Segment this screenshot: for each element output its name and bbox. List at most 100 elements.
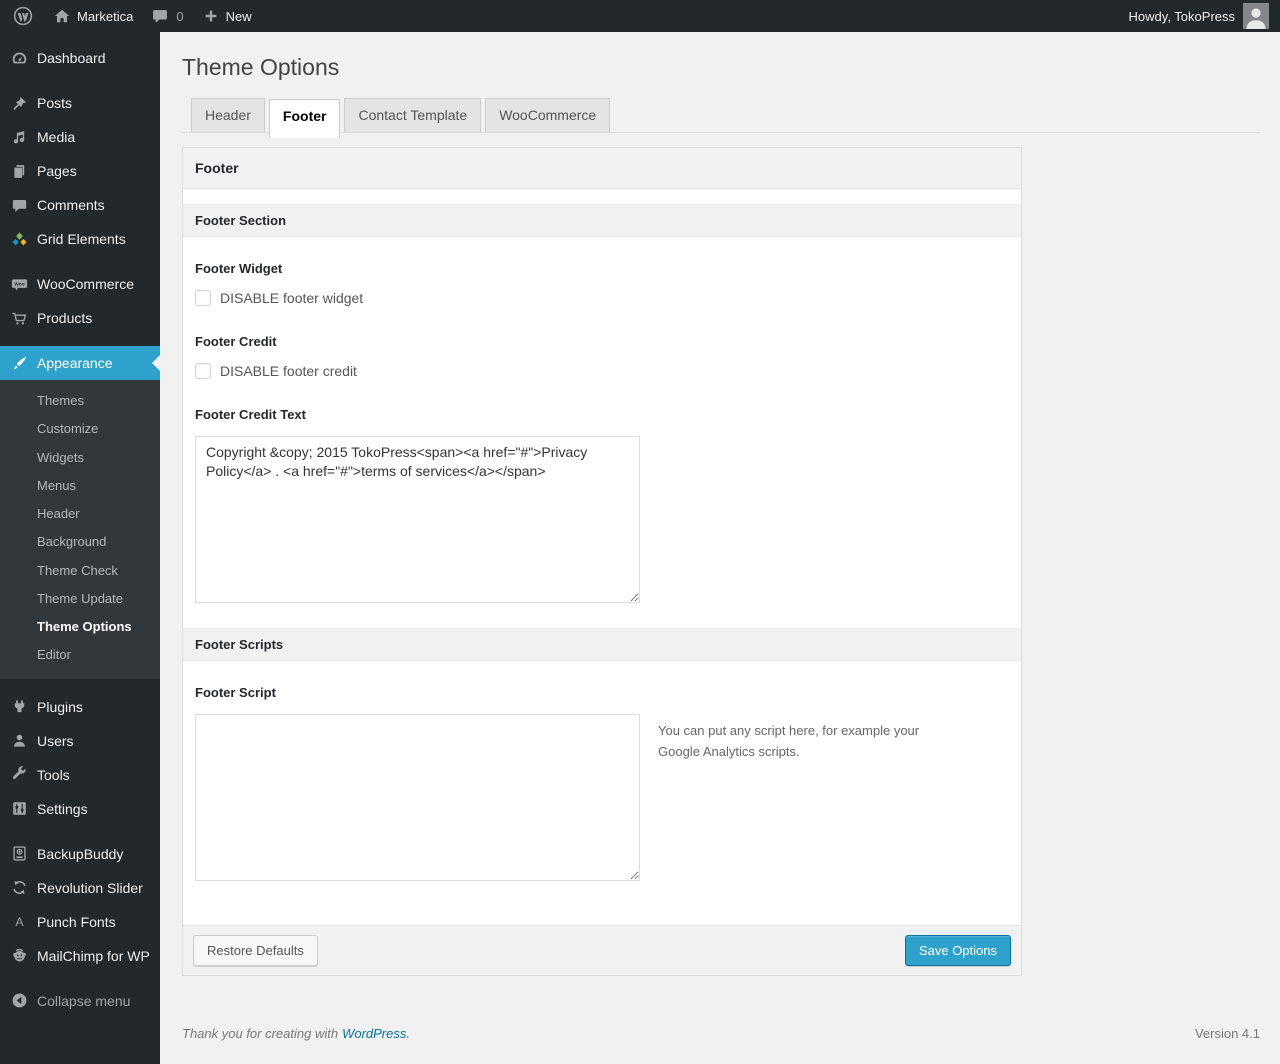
footer-credit-text-label: Footer Credit Text xyxy=(195,406,306,422)
pages-icon xyxy=(9,161,29,181)
main-content: Theme Options Header Footer Contact Templa… xyxy=(160,32,1280,1064)
submenu-item-theme-check[interactable]: Theme Check xyxy=(0,557,160,585)
sidebar-menu-group: Appearance Themes Customize Widgets Menus Hea… xyxy=(0,346,160,679)
sidebar-item-label: Settings xyxy=(37,800,88,817)
wordpress-logo-icon xyxy=(13,6,33,26)
submenu-item-theme-options[interactable]: Theme Options xyxy=(0,613,160,641)
sidebar-item-label: Products xyxy=(37,310,93,326)
tab-header[interactable]: Header xyxy=(191,97,265,132)
site-name-label: Marketica xyxy=(77,8,134,24)
sidebar-menu-group: BackupBuddy Revolution Slider A Punch Fonts… xyxy=(0,837,160,973)
footer-thanks: Thank you for creating with WordPress. xyxy=(182,1026,410,1041)
sidebar-item-revolution-slider[interactable]: Revolution Slider xyxy=(0,871,160,905)
sidebar-item-mailchimp-for-wp[interactable]: MailChimp for WP xyxy=(0,939,160,973)
pushpin-icon xyxy=(9,93,29,113)
admin-footer: Thank you for creating with WordPress. Ve… xyxy=(182,1026,1260,1041)
sidebar-item-label: BackupBuddy xyxy=(37,845,124,862)
punch-fonts-icon: A xyxy=(9,912,29,932)
sidebar-item-label: WooCommerce xyxy=(37,276,134,292)
sidebar-item-products[interactable]: Products xyxy=(0,301,160,335)
restore-defaults-button[interactable]: Restore Defaults xyxy=(193,934,318,967)
sidebar-item-appearance[interactable]: Appearance xyxy=(0,346,160,380)
footer-credit-text-textarea[interactable]: Copyright &copy; 2015 TokoPress<span><a … xyxy=(195,435,640,603)
submenu-item-theme-update[interactable]: Theme Update xyxy=(0,585,160,613)
comment-bubble-icon xyxy=(151,7,169,25)
current-menu-arrow xyxy=(144,355,160,371)
tab-contact-template[interactable]: Contact Template xyxy=(344,97,482,132)
grid-elements-icon xyxy=(9,229,29,249)
comments-icon xyxy=(9,195,29,215)
sidebar-item-label: Plugins xyxy=(37,698,83,715)
settings-icon xyxy=(9,799,29,819)
howdy-label: Howdy, TokoPress xyxy=(1128,8,1235,24)
submenu-item-editor[interactable]: Editor xyxy=(0,641,160,669)
panel-spacer xyxy=(183,188,1021,204)
panel-title: Footer xyxy=(183,147,1021,189)
disable-footer-widget-checkbox[interactable] xyxy=(195,289,211,306)
version-label: Version 4.1 xyxy=(1194,1026,1260,1042)
sidebar-item-label: Comments xyxy=(37,197,105,213)
footer-script-label: Footer Script xyxy=(195,684,276,700)
wrench-icon xyxy=(9,765,29,785)
comments-bubble-button[interactable]: 0 xyxy=(142,0,192,32)
disable-footer-credit-checkbox[interactable] xyxy=(195,362,211,379)
site-name-link[interactable]: Marketica xyxy=(44,0,142,32)
sidebar-item-label: Tools xyxy=(37,766,70,783)
media-icon xyxy=(9,127,29,147)
wordpress-link[interactable]: WordPress xyxy=(342,1026,406,1041)
wordpress-logo-button[interactable] xyxy=(0,0,44,32)
sidebar-item-pages[interactable]: Pages xyxy=(0,154,160,188)
footer-scripts-header: Footer Scripts xyxy=(183,627,1021,661)
sidebar-menu-group: Collapse menu xyxy=(0,984,160,1018)
footer-thanks-text: Thank you for creating with xyxy=(182,1026,339,1042)
new-content-button[interactable]: New xyxy=(193,0,261,32)
submenu-item-header[interactable]: Header xyxy=(0,500,160,528)
sidebar-item-settings[interactable]: Settings xyxy=(0,792,160,826)
admin-bar: Marketica 0 New Howdy, TokoPress xyxy=(0,0,1280,32)
sidebar-item-backupbuddy[interactable]: BackupBuddy xyxy=(0,837,160,871)
dashboard-icon xyxy=(9,48,29,68)
sidebar-item-label: Punch Fonts xyxy=(37,913,116,930)
sidebar-item-posts[interactable]: Posts xyxy=(0,86,160,120)
sidebar-item-punch-fonts[interactable]: A Punch Fonts xyxy=(0,905,160,939)
disable-footer-credit-checkbox-label[interactable]: DISABLE footer credit xyxy=(220,363,357,379)
footer-script-textarea[interactable] xyxy=(195,713,640,881)
sidebar-item-media[interactable]: Media xyxy=(0,120,160,154)
sidebar-item-label: Users xyxy=(37,732,74,749)
sidebar-item-label: MailChimp for WP xyxy=(37,947,150,964)
sidebar-item-label: Posts xyxy=(37,95,73,111)
mailchimp-icon xyxy=(9,946,29,966)
revolution-slider-icon xyxy=(9,878,29,898)
users-icon xyxy=(9,731,29,751)
svg-text:A: A xyxy=(15,915,24,929)
cart-icon xyxy=(9,308,29,328)
sidebar-item-users[interactable]: Users xyxy=(0,724,160,758)
sidebar-menu-group: Plugins Users Tools Settings xyxy=(0,690,160,826)
sidebar-item-label: Collapse menu xyxy=(37,992,131,1009)
account-menu[interactable]: Howdy, TokoPress xyxy=(1129,0,1280,32)
svg-text:Woo: Woo xyxy=(14,281,24,287)
tab-footer[interactable]: Footer xyxy=(268,98,341,138)
sidebar-item-plugins[interactable]: Plugins xyxy=(0,690,160,724)
sidebar-item-label: Grid Elements xyxy=(37,231,126,247)
theme-options-tabs: Header Footer Contact Template WooCommerce xyxy=(182,97,1260,138)
tab-woocommerce[interactable]: WooCommerce xyxy=(485,97,611,132)
home-icon xyxy=(53,7,71,25)
footer-script-hint: You can put any script here, for example… xyxy=(658,722,920,759)
comment-count: 0 xyxy=(176,8,184,24)
submenu-item-customize[interactable]: Customize xyxy=(0,415,160,443)
save-options-button[interactable]: Save Options xyxy=(904,934,1011,967)
appearance-submenu: Themes Customize Widgets Menus Header Backgro… xyxy=(0,380,160,679)
sidebar-item-comments[interactable]: Comments xyxy=(0,188,160,222)
disable-footer-widget-checkbox-label[interactable]: DISABLE footer widget xyxy=(220,290,363,306)
sidebar-item-grid-elements[interactable]: Grid Elements xyxy=(0,222,160,256)
sidebar-item-collapse-menu[interactable]: Collapse menu xyxy=(0,984,160,1018)
submenu-item-widgets[interactable]: Widgets xyxy=(0,444,160,472)
sidebar-item-woocommerce[interactable]: Woo WooCommerce xyxy=(0,267,160,301)
sidebar-item-tools[interactable]: Tools xyxy=(0,758,160,792)
panel-actions: Restore Defaults Save Options xyxy=(183,924,1021,976)
submenu-item-background[interactable]: Background xyxy=(0,528,160,556)
submenu-item-themes[interactable]: Themes xyxy=(0,387,160,415)
submenu-item-menus[interactable]: Menus xyxy=(0,472,160,500)
sidebar-item-dashboard[interactable]: Dashboard xyxy=(0,41,160,75)
